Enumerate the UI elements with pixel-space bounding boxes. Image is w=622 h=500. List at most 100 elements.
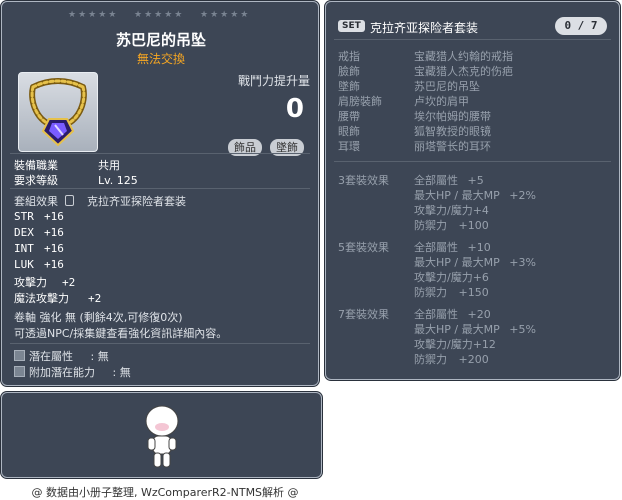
set-part-ring: 戒指 宝藏猎人约翰的戒指: [338, 48, 513, 64]
effect-label: 防禦力: [414, 353, 447, 366]
effect-value: +5: [467, 174, 484, 187]
stat-label: LUK: [14, 258, 34, 271]
pendant-icon: [29, 78, 87, 147]
set-effect-5-title: 5套裝效果: [338, 241, 389, 254]
potential-label: 潛在屬性: [29, 350, 73, 363]
set-part-belt: 腰帶 埃尔帕姆的腰带: [338, 108, 491, 124]
power-label: 戰鬥力提升量: [238, 74, 311, 88]
part-name: 苏巴尼的吊坠: [414, 80, 480, 93]
item-name: 苏巴尼的吊坠: [115, 31, 206, 49]
star-group-1: ★★★★★: [68, 10, 119, 20]
stat-value: +16: [44, 226, 64, 239]
set-effect-line: 全部屬性 +5: [414, 172, 484, 188]
stat-value: +16: [44, 210, 64, 223]
set-effect-label: 套組效果: [14, 195, 58, 208]
effect-value: +4: [472, 204, 489, 217]
set-effect-line: 防禦力 +150: [414, 284, 489, 300]
set-part-eye: 眼飾 狐智教授的眼镜: [338, 123, 491, 139]
part-name: 埃尔帕姆的腰带: [414, 110, 491, 123]
set-effect-line: 全部屬性 +10: [414, 239, 491, 255]
set-effect-line: 防禦力 +200: [414, 351, 489, 367]
set-count: 0 / 7: [555, 17, 607, 35]
effect-label: 攻擊力/魔力: [414, 204, 473, 217]
stat-int: INT +16: [14, 242, 64, 255]
set-tooltip-panel: SET 克拉齐亚探险者套装 0 / 7 戒指 宝藏猎人约翰的戒指 臉飾 宝藏猎人杰克…: [325, 1, 620, 380]
effect-value: +200: [458, 353, 489, 366]
trade-status: 無法交換: [136, 52, 185, 66]
scroll-info: 卷軸 強化 無 (剩餘4次,可修復0次): [14, 311, 183, 324]
additional-potential-value: : 無: [112, 366, 131, 379]
set-part-pendant: 墜飾 苏巴尼的吊坠: [338, 78, 480, 94]
set-effect-name: 克拉齐亚探险者套装: [87, 195, 186, 208]
part-slot: 肩膀裝飾: [338, 95, 382, 108]
stat-label: INT: [14, 242, 34, 255]
additional-potential-label: 附加潛在能力: [29, 366, 95, 379]
effect-label: 全部屬性: [414, 308, 458, 321]
set-effect-row: 套組效果 克拉齐亚探险者套装: [14, 193, 186, 209]
effect-value: +5%: [509, 323, 536, 336]
effect-label: 防禦力: [414, 286, 447, 299]
part-slot: 腰帶: [338, 110, 360, 123]
set-effect-line: 攻擊力/魔力+4: [414, 202, 489, 218]
effect-value: +20: [467, 308, 491, 321]
stat-value: +2: [88, 292, 102, 305]
part-name: 狐智教授的眼镜: [414, 125, 491, 138]
effect-value: +2%: [509, 189, 536, 202]
set-effect-7-title: 7套裝效果: [338, 308, 389, 321]
stat-label: 攻擊力: [14, 276, 47, 289]
set-part-face: 臉飾 宝藏猎人杰克的伤疤: [338, 63, 513, 79]
effect-value: +3%: [509, 256, 536, 269]
star-group-2: ★★★★★: [134, 10, 185, 20]
effect-value: +12: [472, 338, 496, 351]
set-effect-line: 全部屬性 +20: [414, 306, 491, 322]
part-name: 卢坎的肩甲: [414, 95, 469, 108]
part-name: 宝藏猎人杰克的伤疤: [414, 65, 513, 78]
enhance-hint: 可透過NPC/採集鍵查看強化資訊詳細內容。: [14, 327, 228, 340]
set-effect-line: 最大HP / 最大MP +3%: [414, 254, 536, 270]
star-group-3: ★★★★★: [200, 10, 251, 20]
set-effect-line: 最大HP / 最大MP +2%: [414, 187, 536, 203]
stat-luk: LUK +16: [14, 258, 64, 271]
effect-label: 最大HP / 最大MP: [414, 189, 500, 202]
avatar-preview-panel: [1, 392, 322, 478]
set-badge: SET: [338, 20, 365, 32]
part-slot: 墜飾: [338, 80, 360, 93]
effect-value: +10: [467, 241, 491, 254]
effect-label: 攻擊力/魔力: [414, 338, 473, 351]
part-slot: 臉飾: [338, 65, 360, 78]
stat-value: +2: [62, 276, 76, 289]
level-row: 要求等級 Lv. 125: [14, 172, 138, 188]
divider: [10, 343, 310, 344]
item-icon-frame: [18, 72, 98, 152]
character-avatar: [145, 405, 179, 468]
set-effect-line: 最大HP / 最大MP +5%: [414, 321, 536, 337]
stat-dex: DEX +16: [14, 226, 64, 239]
potential-row: 潛在屬性 : 無: [14, 348, 109, 364]
divider: [334, 39, 611, 40]
set-effect-line: 攻擊力/魔力+6: [414, 269, 489, 285]
stat-str: STR +16: [14, 210, 64, 223]
stat-magic-attack: 魔法攻擊力 +2: [14, 290, 101, 306]
set-part-shoulder: 肩膀裝飾 卢坎的肩甲: [338, 93, 469, 109]
effect-label: 防禦力: [414, 219, 447, 232]
power-value: 0: [285, 94, 304, 124]
part-slot: 眼飾: [338, 125, 360, 138]
divider: [334, 161, 611, 162]
set-effect-line: 攻擊力/魔力+12: [414, 336, 496, 352]
set-name: 克拉齐亚探险者套装: [370, 21, 479, 35]
potential-value: : 無: [90, 350, 109, 363]
level-label: 要求等級: [14, 174, 58, 187]
job-row: 裝備職業 共用: [14, 157, 120, 173]
stat-label: DEX: [14, 226, 34, 239]
effect-value: +150: [458, 286, 489, 299]
job-label: 裝備職業: [14, 159, 58, 172]
effect-label: 全部屬性: [414, 241, 458, 254]
potential-icon: [14, 350, 25, 361]
set-part-earring: 耳環 丽塔警长的耳环: [338, 138, 491, 154]
effect-value: +100: [458, 219, 489, 232]
effect-label: 最大HP / 最大MP: [414, 256, 500, 269]
job-value: 共用: [98, 159, 120, 172]
divider: [10, 153, 310, 154]
set-effect-line: 防禦力 +100: [414, 217, 489, 233]
stat-value: +16: [44, 258, 64, 271]
